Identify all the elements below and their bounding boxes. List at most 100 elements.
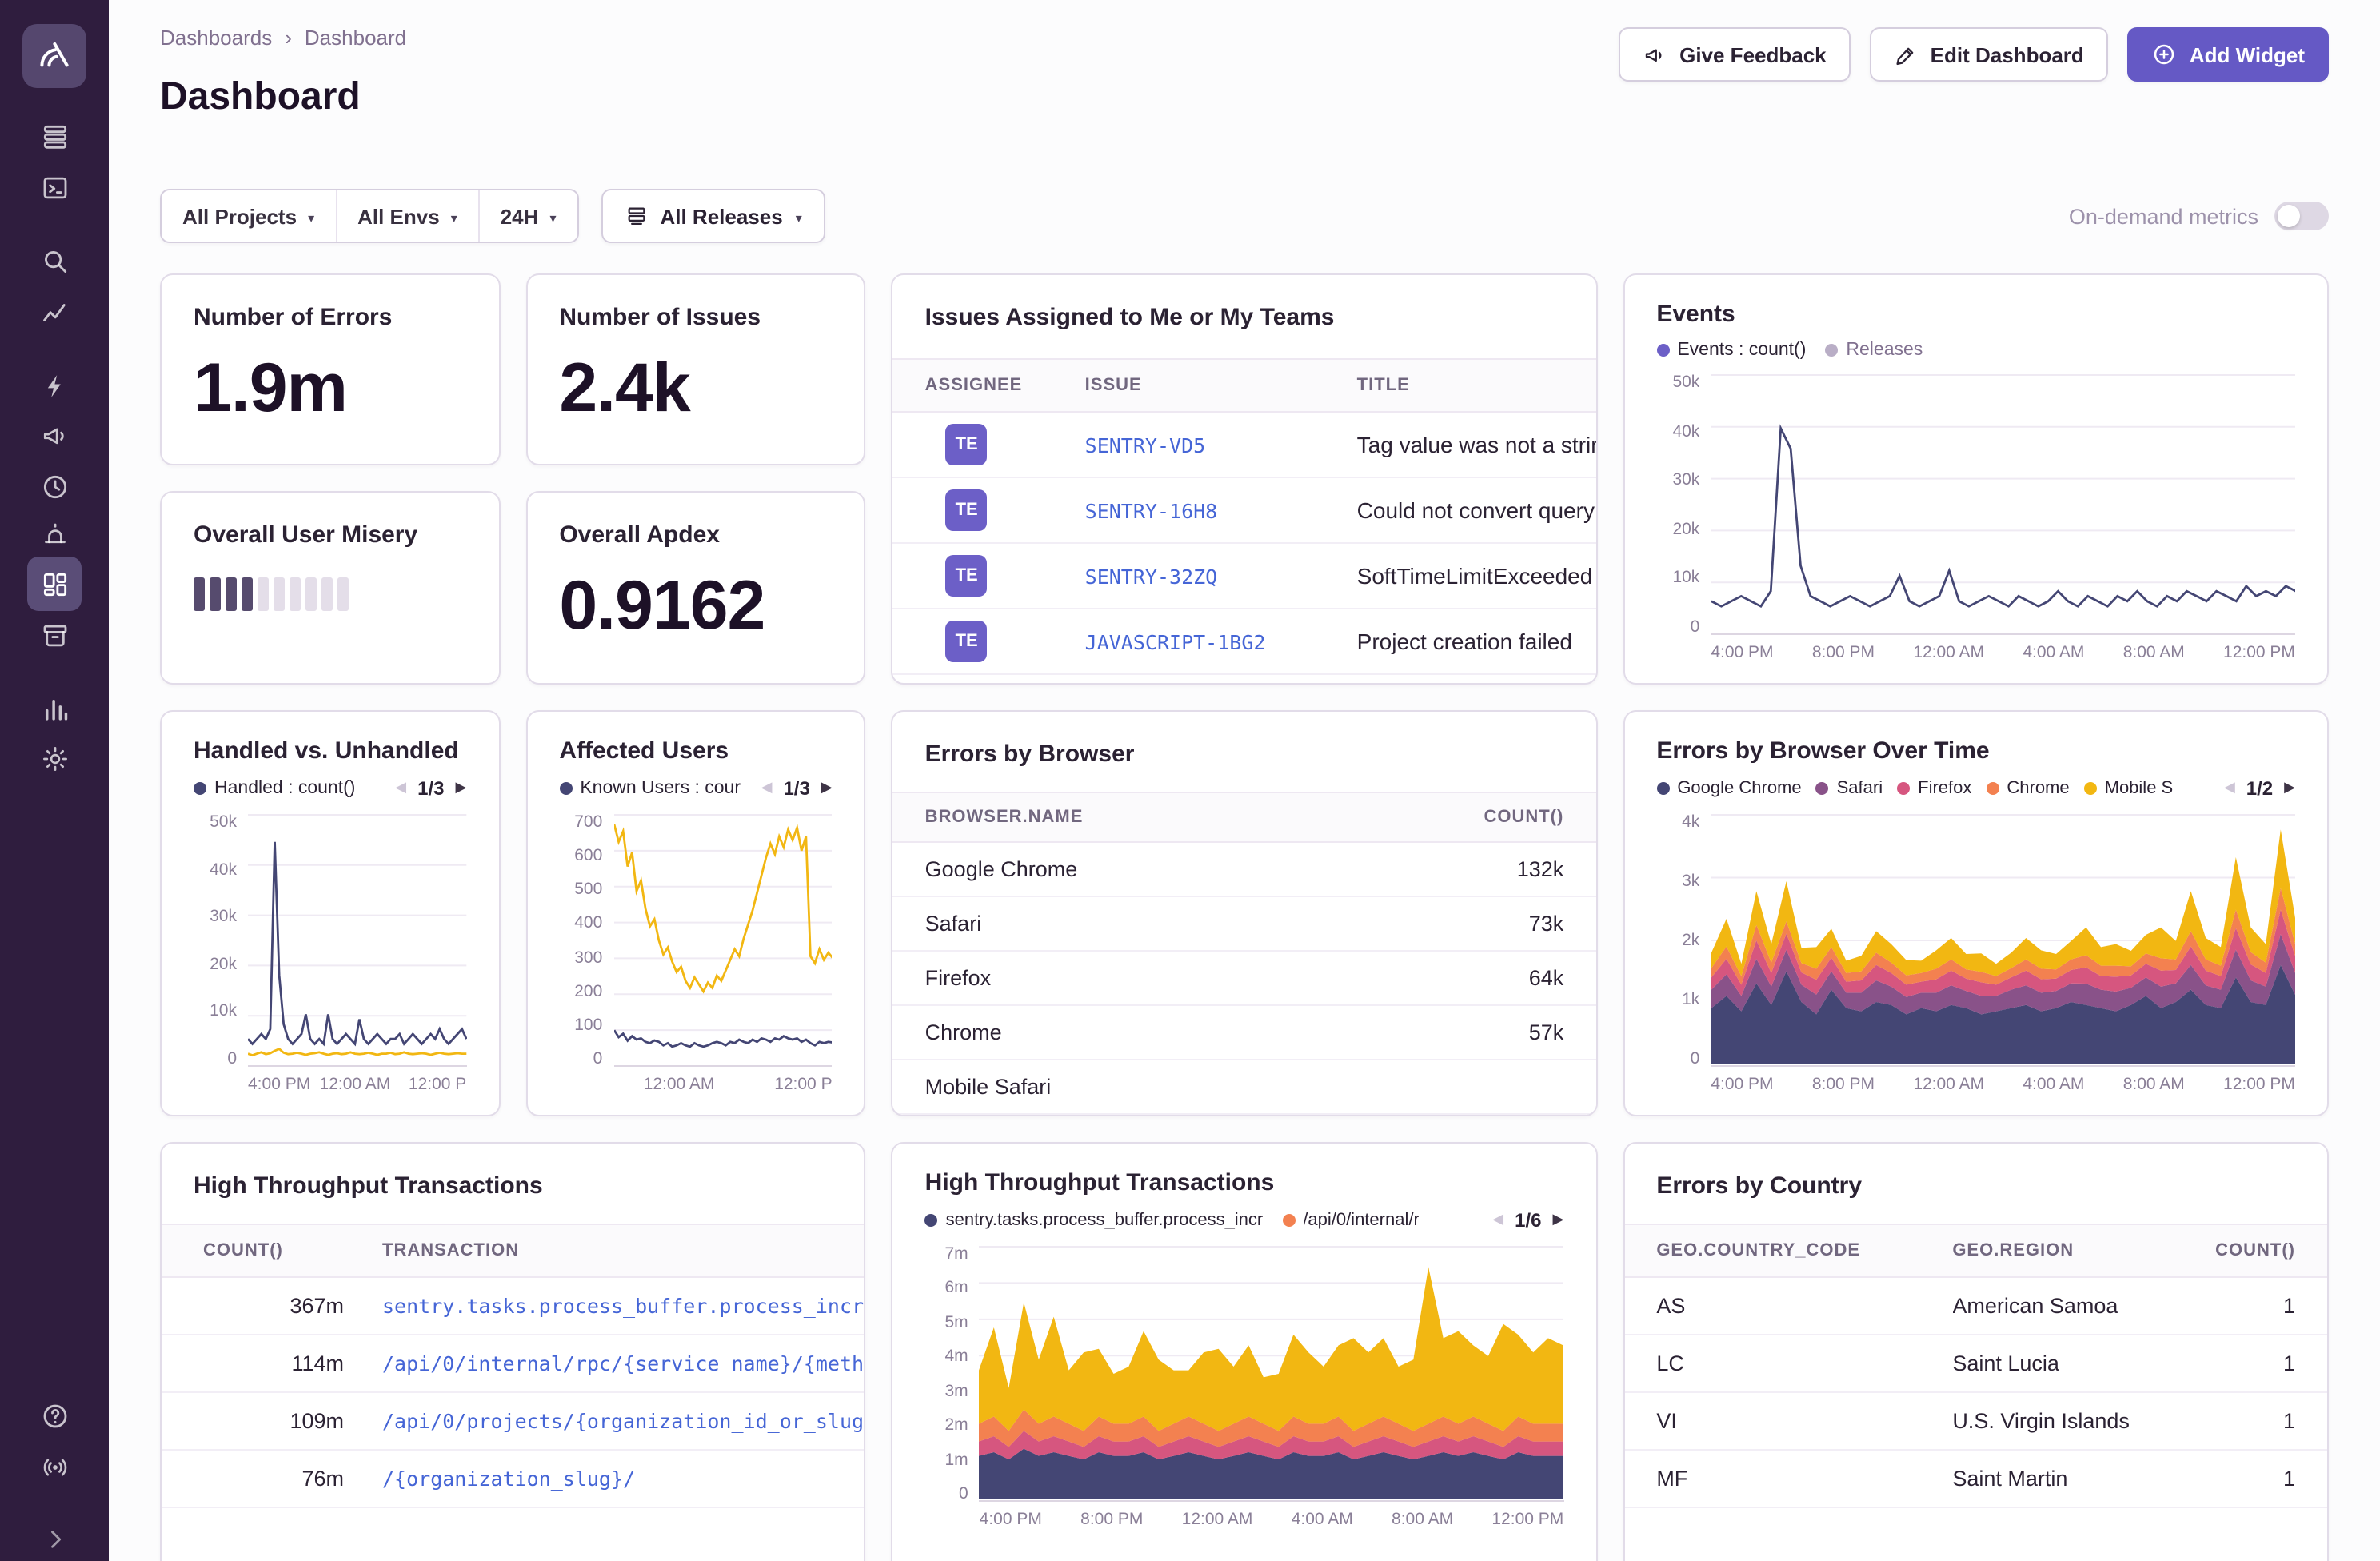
filter-environments[interactable]: All Envs ▾ [335,190,478,242]
issue-link[interactable]: SENTRY-32ZQ [1085,564,1357,588]
pager-prev-icon[interactable]: ◀ [761,780,773,796]
table-row[interactable]: TE SENTRY-16H8 Could not convert query [893,478,1596,544]
breadcrumb-dashboards-link[interactable]: Dashboards [160,26,272,50]
issue-link[interactable]: SENTRY-VD5 [1085,433,1357,457]
legend-item[interactable]: Firefox [1897,779,1971,798]
pager-prev-icon[interactable]: ◀ [2224,780,2235,796]
transaction-link[interactable]: /{organization_slug}/ [353,1467,865,1491]
table-row[interactable]: MFSaint Martin1 [1624,1451,2327,1508]
widget-errors-by-country[interactable]: Errors by Country GEO.COUNTRY_CODE GEO.R… [1623,1142,2329,1561]
edit-dashboard-button[interactable]: Edit Dashboard [1870,27,2108,82]
count-value: 1 [2183,1467,2327,1491]
sidebar-collapse-icon[interactable] [27,1511,82,1561]
nav-performance-icon[interactable] [27,358,82,413]
table-row[interactable]: Firefox64k [893,952,1596,1006]
pager-next-icon[interactable]: ▶ [2284,780,2295,796]
table-header-row: BROWSER.NAME COUNT() [893,792,1596,843]
table-row[interactable]: VIU.S. Virgin Islands1 [1624,1393,2327,1451]
high-throughput-chart-plot[interactable] [980,1246,1564,1502]
chevron-down-icon: ▾ [796,210,802,225]
nav-feedback-icon[interactable] [27,408,82,462]
edit-dashboard-label: Edit Dashboard [1931,42,2084,66]
widget-issues-assigned[interactable]: Issues Assigned to Me or My Teams ASSIGN… [892,273,1598,685]
widget-number-of-issues[interactable]: Number of Issues 2.4k [525,273,865,465]
table-row[interactable]: 109m/api/0/projects/{organization_id_or_… [162,1393,865,1451]
widget-apdex[interactable]: Overall Apdex 0.9162 [525,491,865,685]
widget-errors-by-browser[interactable]: Errors by Browser BROWSER.NAME COUNT() G… [892,710,1598,1116]
legend-item[interactable]: Safari [1816,779,1883,798]
nav-stats-icon[interactable] [27,681,82,736]
sentry-logo[interactable] [22,24,86,88]
column-header: GEO.COUNTRY_CODE [1656,1241,1952,1260]
widget-title: Overall User Misery [194,521,466,549]
table-row[interactable]: LCSaint Lucia1 [1624,1335,2327,1393]
nav-settings-gear-icon[interactable] [27,731,82,785]
nav-dashboards-icon[interactable] [27,557,82,611]
transaction-link[interactable]: /api/0/projects/{organization_id_or_slug… [353,1409,865,1433]
give-feedback-button[interactable]: Give Feedback [1619,27,1851,82]
nav-issues-icon[interactable] [27,109,82,163]
legend-item[interactable]: Handled : count() [194,779,355,798]
filter-date-range[interactable]: 24H ▾ [478,190,577,242]
table-row[interactable]: Chrome57k [893,1006,1596,1060]
table-row[interactable]: TE SENTRY-VD5 Tag value was not a strin [893,413,1596,478]
table-row[interactable]: 367msentry.tasks.process_buffer.process_… [162,1278,865,1335]
axis-label: 12:00 AM [1913,643,1984,667]
table-row[interactable]: TE JAVASCRIPT-1BG2 Project creation fail… [893,609,1596,675]
nav-alerts-icon[interactable] [27,507,82,561]
errors-by-browser-chart-plot[interactable] [1711,814,2295,1067]
widget-errors-by-browser-over-time[interactable]: Errors by Browser Over Time Google Chrom… [1623,710,2329,1116]
handled-chart-plot[interactable] [248,814,466,1067]
nav-metrics-icon[interactable] [27,285,82,339]
widget-title: Errors by Country [1656,1172,2295,1200]
table-row[interactable]: Google Chrome132k [893,843,1596,897]
filter-releases[interactable]: All Releases ▾ [601,189,825,243]
legend-item[interactable]: Mobile S [2084,779,2174,798]
on-demand-metrics-toggle[interactable] [2274,202,2329,230]
widget-high-throughput-transactions-table[interactable]: High Throughput Transactions COUNT() TRA… [160,1142,866,1561]
widget-affected-users[interactable]: Affected Users Known Users : cour ◀ 1/3 … [525,710,865,1116]
pager-next-icon[interactable]: ▶ [821,780,833,796]
pager-next-icon[interactable]: ▶ [1552,1212,1563,1228]
axis-label: 20k [210,956,237,972]
filter-projects[interactable]: All Projects ▾ [162,190,335,242]
nav-explore-search-icon[interactable] [27,234,82,288]
pager-prev-icon[interactable]: ◀ [1492,1212,1503,1228]
table-row[interactable]: 114m/api/0/internal/rpc/{service_name}/{… [162,1335,865,1393]
issue-link[interactable]: JAVASCRIPT-1BG2 [1085,629,1357,653]
on-demand-metrics-label: On-demand metrics [2069,204,2258,228]
transaction-link[interactable]: /api/0/internal/rpc/{service_name}/{meth… [353,1351,865,1375]
add-widget-button[interactable]: Add Widget [2127,27,2329,82]
widget-number-of-errors[interactable]: Number of Errors 1.9m [160,273,500,465]
legend-item[interactable]: Google Chrome [1656,779,1801,798]
legend-item[interactable]: Releases [1825,341,1923,360]
pager-next-icon[interactable]: ▶ [455,780,466,796]
transaction-link[interactable]: sentry.tasks.process_buffer.process_incr [353,1294,865,1318]
help-icon[interactable] [27,1388,82,1443]
widget-events[interactable]: Events Events : count() Releases 50k40k3… [1623,273,2329,685]
axis-label: 12:00 PM [2223,643,2295,667]
nav-replays-icon[interactable] [27,459,82,513]
affected-users-chart-plot[interactable] [613,814,832,1067]
pager-prev-icon[interactable]: ◀ [395,780,406,796]
legend-item[interactable]: Chrome [1986,779,2069,798]
issue-link[interactable]: SENTRY-16H8 [1085,498,1357,522]
table-row[interactable]: ASAmerican Samoa1 [1624,1278,2327,1335]
nav-projects-icon[interactable] [27,160,82,214]
table-row[interactable]: Mobile Safari [893,1060,1596,1115]
nav-releases-icon[interactable] [27,608,82,662]
misery-bar [194,577,466,611]
table-row[interactable]: 76m/{organization_slug}/ [162,1451,865,1508]
widget-user-misery[interactable]: Overall User Misery [160,491,500,685]
widget-high-throughput-transactions-chart[interactable]: High Throughput Transactions sentry.task… [892,1142,1598,1561]
events-chart-plot[interactable] [1711,374,2295,635]
table-row[interactable]: Safari73k [893,897,1596,952]
whats-new-broadcast-icon[interactable] [27,1439,82,1494]
legend-item[interactable]: Known Users : cour [559,779,741,798]
legend-item[interactable]: Events : count() [1656,341,1806,360]
widget-handled-vs-unhandled[interactable]: Handled vs. Unhandled Handled : count() … [160,710,500,1116]
legend-item[interactable]: /api/0/internal/r [1282,1211,1420,1230]
legend-item[interactable]: sentry.tasks.process_buffer.process_incr [925,1211,1264,1230]
y-axis: 50k40k30k20k10k0 [1656,374,1711,635]
table-row[interactable]: TE SENTRY-32ZQ SoftTimeLimitExceeded [893,544,1596,609]
